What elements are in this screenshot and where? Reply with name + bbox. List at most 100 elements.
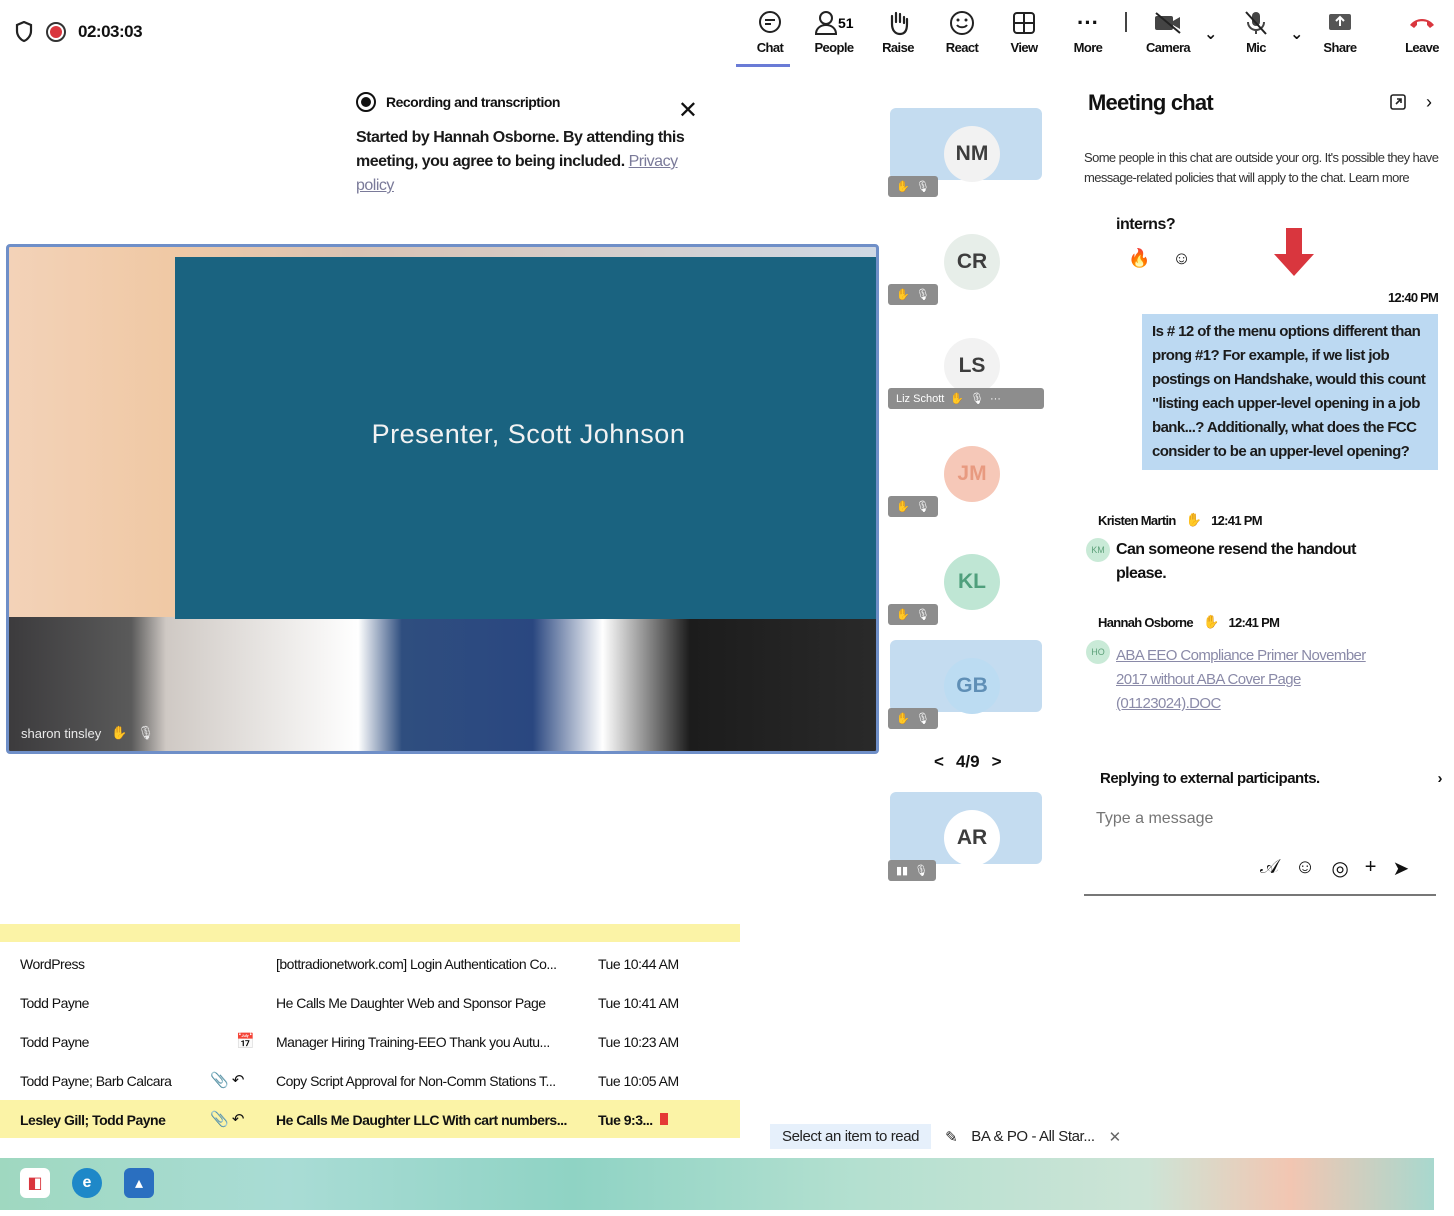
attachment-reply-icon: 📎 ↶ xyxy=(210,1111,244,1128)
mic-off-icon: 🎙 xyxy=(915,713,930,725)
participant-tile[interactable]: KL ✋ 🎙 xyxy=(884,528,1054,628)
main-video-tile[interactable]: Presenter, Scott Johnson sharon tinsley … xyxy=(6,244,879,754)
message-timestamp: 12:40 PM xyxy=(1388,290,1439,305)
reading-pane: Select an item to read ✎ BA & PO - All S… xyxy=(770,1124,1121,1149)
signal-icon: ▮▮ xyxy=(896,865,909,877)
email-row[interactable]: Todd Payne; Barb Calcara 📎 ↶ Copy Script… xyxy=(0,1061,740,1099)
edge-browser-icon[interactable]: e xyxy=(72,1168,102,1198)
slide-title: Presenter, Scott Johnson xyxy=(371,419,686,449)
emoji-icon[interactable]: ☺ xyxy=(1295,856,1315,881)
add-reaction-icon[interactable]: ☺ xyxy=(1172,248,1190,269)
app-icon[interactable]: ◧ xyxy=(20,1168,50,1198)
share-icon xyxy=(1327,8,1353,38)
avatar: KL xyxy=(944,554,1000,610)
react-icon xyxy=(949,8,975,38)
video-owner-label: sharon tinsley ✋ 🎙 xyxy=(21,725,154,741)
view-button[interactable]: View xyxy=(994,8,1054,55)
banner-title: Recording and transcription xyxy=(386,94,560,110)
sticker-icon[interactable]: ◎ xyxy=(1331,856,1348,881)
avatar: AR xyxy=(944,810,1000,866)
camera-button[interactable]: Camera xyxy=(1138,8,1198,55)
input-underline xyxy=(1084,894,1436,896)
mic-options-chevron-icon[interactable]: ⌄ xyxy=(1290,24,1303,44)
shield-icon xyxy=(14,20,34,44)
mic-off-icon: 🎙 xyxy=(915,609,930,621)
mic-off-icon: 🎙 xyxy=(915,181,930,193)
mic-button[interactable]: Mic xyxy=(1226,8,1286,55)
chevron-left-icon[interactable]: < xyxy=(934,752,944,772)
participant-tile[interactable]: CR ✋ 🎙 xyxy=(884,208,1054,308)
participant-tile[interactable]: GB ✋ 🎙 xyxy=(884,632,1054,732)
external-org-notice: Some people in this chat are outside you… xyxy=(1084,150,1439,185)
raise-hand-button[interactable]: Raise xyxy=(868,8,928,55)
leave-icon xyxy=(1407,8,1437,38)
camera-options-chevron-icon[interactable]: ⌄ xyxy=(1204,24,1217,44)
reading-pane-placeholder: Select an item to read xyxy=(770,1124,932,1149)
reply-notice[interactable]: Replying to external participants. › xyxy=(1100,770,1442,787)
hand-icon: ✋ xyxy=(896,501,910,513)
more-icon: ··· xyxy=(1077,10,1099,35)
camera-off-icon xyxy=(1153,8,1183,38)
fire-reaction-icon[interactable]: 🔥 xyxy=(1128,248,1150,269)
calendar-icon: 📅 xyxy=(236,1033,255,1050)
flag-icon[interactable] xyxy=(660,1113,668,1125)
avatar: GB xyxy=(944,658,1000,714)
email-row[interactable]: Todd Payne He Calls Me Daughter Web and … xyxy=(0,983,740,1021)
participant-tile[interactable]: JM ✋ 🎙 xyxy=(884,420,1054,520)
message-input[interactable] xyxy=(1096,810,1376,828)
people-button[interactable]: 51 People xyxy=(804,8,864,55)
hand-icon: ✋ xyxy=(1202,614,1219,629)
mic-off-icon: 🎙 xyxy=(915,289,930,301)
more-icon[interactable]: ··· xyxy=(990,393,1001,405)
email-row[interactable]: Todd Payne 📅 Manager Hiring Training-EEO… xyxy=(0,1022,740,1060)
hand-icon: ✋ xyxy=(896,609,910,621)
email-row[interactable]: WordPress [bottradionetwork.com] Login A… xyxy=(0,944,740,982)
edit-icon: ✎ xyxy=(945,1128,958,1146)
mic-off-icon: 🎙 xyxy=(914,865,929,877)
mic-off-icon xyxy=(1243,8,1269,38)
share-button[interactable]: Share xyxy=(1310,8,1370,55)
avatar: JM xyxy=(944,446,1000,502)
self-message-bubble: Is # 12 of the menu options different th… xyxy=(1142,314,1438,470)
toolbar-divider xyxy=(1125,12,1127,32)
participant-tile[interactable]: LS Liz Schott ✋ 🎙 ··· xyxy=(884,312,1054,412)
avatar: HO xyxy=(1086,640,1110,664)
raise-hand-icon xyxy=(886,8,910,38)
popout-icon[interactable] xyxy=(1390,94,1406,115)
red-arrow-annotation xyxy=(1274,228,1314,276)
email-row[interactable]: Lesley Gill; Todd Payne 📎 ↶ He Calls Me … xyxy=(0,1100,740,1138)
file-attachment-link[interactable]: ABA EEO Compliance Primer November 2017 … xyxy=(1116,644,1396,716)
close-icon[interactable]: ✕ xyxy=(678,96,698,125)
draft-tab[interactable]: BA & PO - All Star... xyxy=(971,1128,1095,1145)
meeting-toolbar: 02:03:03 Chat 51 People Raise React View… xyxy=(0,0,1454,70)
meeting-chat-panel: Meeting chat › Some people in this chat … xyxy=(1076,80,1454,900)
react-button[interactable]: React xyxy=(932,8,992,55)
chevron-right-icon[interactable]: › xyxy=(1426,92,1432,113)
mic-off-icon: 🎙 xyxy=(137,725,154,740)
more-button[interactable]: ··· More xyxy=(1058,8,1118,55)
message-reactions: 🔥 ☺ xyxy=(1128,248,1191,269)
leave-button[interactable]: Leave xyxy=(1392,8,1452,55)
format-icon[interactable]: 𝒜 xyxy=(1260,856,1279,881)
previous-message: interns? xyxy=(1116,216,1176,233)
app-icon[interactable]: ▴ xyxy=(124,1168,154,1198)
mic-off-icon: 🎙 xyxy=(915,501,930,513)
plus-icon[interactable]: + xyxy=(1365,856,1377,881)
chevron-right-icon[interactable]: > xyxy=(992,752,1002,772)
compose-toolbar: 𝒜 ☺ ◎ + ➤ xyxy=(1260,856,1409,881)
send-icon[interactable]: ➤ xyxy=(1392,856,1409,881)
meeting-status: 02:03:03 xyxy=(14,20,143,44)
chat-icon xyxy=(757,8,783,38)
avatar: CR xyxy=(944,234,1000,290)
meeting-timer: 02:03:03 xyxy=(78,22,143,41)
chevron-right-icon: › xyxy=(1437,770,1443,787)
participant-pager: < 4/9 > xyxy=(934,752,1002,772)
message-sender: Hannah Osborne ✋ 12:41 PM xyxy=(1098,614,1280,630)
close-icon[interactable]: ✕ xyxy=(1109,1128,1122,1146)
participant-tile[interactable]: NM ✋ 🎙 xyxy=(884,100,1054,200)
page-indicator: 4/9 xyxy=(955,752,980,771)
hand-icon: ✋ xyxy=(896,713,910,725)
participant-tile[interactable]: AR ▮▮ 🎙 xyxy=(884,784,1054,884)
chat-button[interactable]: Chat xyxy=(736,8,800,67)
hand-icon: ✋ xyxy=(950,393,965,405)
